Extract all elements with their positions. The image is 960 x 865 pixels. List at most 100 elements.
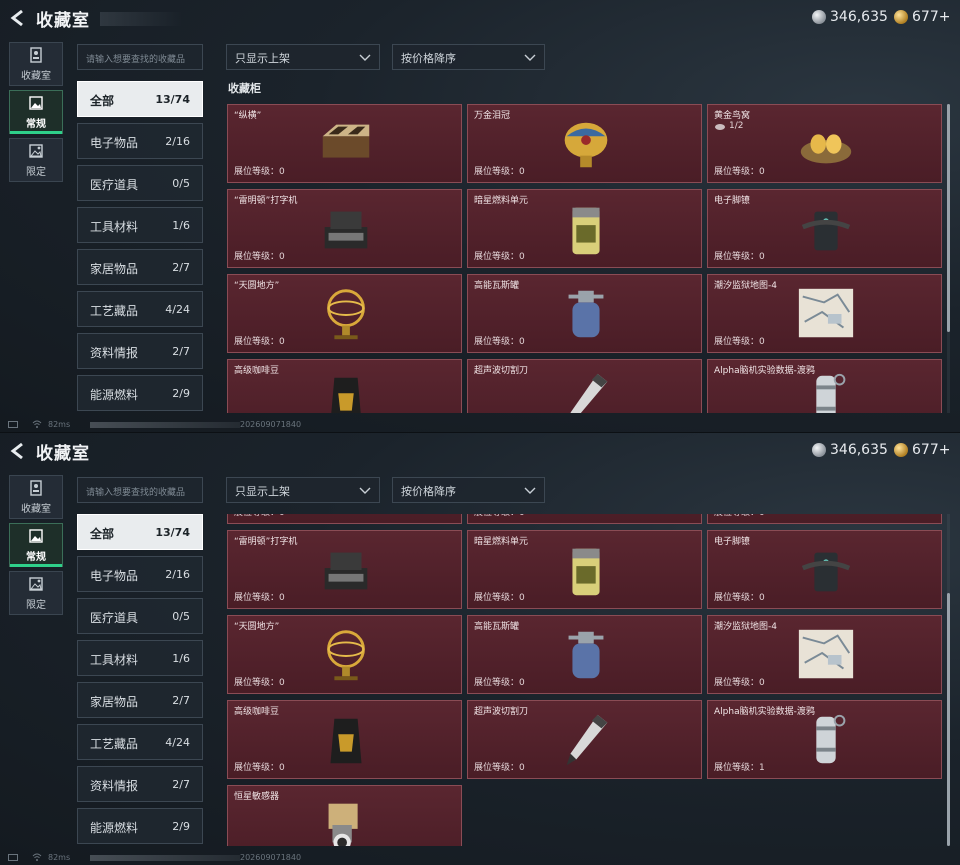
- subcategory-all[interactable]: 全部 13/74: [77, 81, 203, 117]
- collection-card[interactable]: 黄金鸟窝1/2展位等级：0: [707, 104, 942, 183]
- subcategory-name: 工具材料: [90, 220, 139, 234]
- collection-card[interactable]: 万金泪冠展位等级：0: [467, 514, 702, 524]
- item-name: 超声波切割刀: [474, 707, 529, 717]
- item-level: 展位等级：0: [714, 252, 765, 262]
- back-arrow-icon[interactable]: [8, 8, 28, 28]
- subcategory-tools[interactable]: 工具材料 1/6: [77, 640, 203, 676]
- rail-tab-regular[interactable]: 常规: [9, 523, 63, 567]
- gold-currency[interactable]: 677+: [894, 442, 950, 458]
- subcategory-medical[interactable]: 医疗道具 0/5: [77, 598, 203, 634]
- collection-card[interactable]: “纵横”展位等级：0: [227, 514, 462, 524]
- collection-card[interactable]: “天圆地方” 展位等级：0: [227, 615, 462, 694]
- collection-card[interactable]: 高级咖啡豆展位等级：0: [227, 359, 462, 413]
- subcategory-intel[interactable]: 资料情报 2/7: [77, 333, 203, 369]
- back-arrow-icon[interactable]: [8, 441, 28, 461]
- shelf-filter-dropdown[interactable]: 只显示上架: [226, 477, 380, 503]
- collection-card[interactable]: 潮汐监狱地图-4 展位等级：0: [707, 274, 942, 353]
- item-level: 展位等级：1: [714, 763, 765, 773]
- collection-card[interactable]: 高级咖啡豆展位等级：0: [227, 700, 462, 779]
- typewriter-icon: [324, 211, 368, 249]
- subcategory-name: 工艺藏品: [90, 737, 139, 751]
- rail-tab-archive[interactable]: 收藏室: [9, 42, 63, 86]
- collection-card[interactable]: “雷明顿”打字机 展位等级：0: [227, 530, 462, 609]
- rail-tab-limited[interactable]: 限定: [9, 571, 63, 615]
- collection-card[interactable]: 黄金鸟窝1/2展位等级：0: [707, 514, 942, 524]
- item-level: 展位等级：0: [234, 167, 285, 177]
- star-sensor-icon: [328, 803, 358, 846]
- session-id: 202609071840: [240, 853, 302, 862]
- subcategory-name: 资料情报: [90, 346, 139, 360]
- collection-card[interactable]: 高能瓦斯罐 展位等级：0: [467, 274, 702, 353]
- silver-currency: 346,635: [812, 442, 888, 458]
- search-input[interactable]: 请输入想要查找的收藏品: [77, 44, 203, 70]
- sort-dropdown[interactable]: 按价格降序: [392, 477, 545, 503]
- subcategory-household[interactable]: 家居物品 2/7: [77, 682, 203, 718]
- rail-tab-regular[interactable]: 常规: [9, 90, 63, 134]
- rail-tab-limited[interactable]: 限定: [9, 138, 63, 182]
- subcategory-medical[interactable]: 医疗道具 0/5: [77, 165, 203, 201]
- search-input[interactable]: 请输入想要查找的收藏品: [77, 477, 203, 503]
- collection-card[interactable]: 电子脚镣 展位等级：0: [707, 189, 942, 268]
- fuel-cell-icon: [572, 548, 600, 596]
- gas-tank-icon: [568, 290, 604, 338]
- collection-card[interactable]: 万金泪冠展位等级：0: [467, 104, 702, 183]
- collection-card[interactable]: 暗星燃料单元 展位等级：0: [467, 530, 702, 609]
- subcategory-name: 医疗道具: [90, 611, 139, 625]
- subcategory-electronics[interactable]: 电子物品 2/16: [77, 123, 203, 159]
- collection-card[interactable]: 超声波切割刀展位等级：0: [467, 359, 702, 413]
- item-level: 展位等级：0: [474, 763, 525, 773]
- subcategory-name: 全部: [90, 94, 115, 108]
- gold-amount: 677+: [912, 442, 951, 458]
- subcategory-count: 0/5: [172, 177, 190, 190]
- subcategory-electronics[interactable]: 电子物品 2/16: [77, 556, 203, 592]
- subcategory-count: 13/74: [155, 93, 190, 106]
- sort-dropdown[interactable]: 按价格降序: [392, 44, 545, 70]
- silver-amount: 346,635: [830, 442, 888, 458]
- rail-tab-label: 常规: [26, 119, 46, 130]
- item-progress-text: 1/2: [729, 121, 744, 131]
- collection-screen-top: 收藏室 346,635 677+ 收藏室 常规 限定 请输入想要查找的收藏品 全…: [0, 0, 960, 432]
- gold-coin-icon: [894, 443, 908, 457]
- chevron-down-icon: [524, 54, 536, 61]
- subcategory-intel[interactable]: 资料情报 2/7: [77, 766, 203, 802]
- collection-card[interactable]: 暗星燃料单元 展位等级：0: [467, 189, 702, 268]
- subcategory-crafts[interactable]: 工艺藏品 4/24: [77, 291, 203, 327]
- subcategory-crafts[interactable]: 工艺藏品 4/24: [77, 724, 203, 760]
- subcategory-count: 2/16: [165, 568, 190, 581]
- collection-card[interactable]: 潮汐监狱地图-4 展位等级：0: [707, 615, 942, 694]
- scrollbar-thumb[interactable]: [947, 104, 950, 332]
- collection-card[interactable]: “雷明顿”打字机 展位等级：0: [227, 189, 462, 268]
- data-canister-icon: [816, 373, 846, 413]
- item-level: 展位等级：0: [234, 845, 285, 846]
- gold-currency[interactable]: 677+: [894, 9, 950, 25]
- collection-card[interactable]: 恒星敏感器展位等级：0: [227, 785, 462, 846]
- subcategory-name: 能源燃料: [90, 388, 139, 402]
- scrollbar-thumb[interactable]: [947, 593, 950, 846]
- subcategory-fuel[interactable]: 能源燃料 2/9: [77, 375, 203, 411]
- subcategory-all[interactable]: 全部 13/74: [77, 514, 203, 550]
- collection-card[interactable]: “纵横”展位等级：0: [227, 104, 462, 183]
- chevron-down-icon: [359, 54, 371, 61]
- collection-card[interactable]: 高能瓦斯罐 展位等级：0: [467, 615, 702, 694]
- sort-value: 按价格降序: [401, 485, 456, 498]
- rail-tab-archive[interactable]: 收藏室: [9, 475, 63, 519]
- collection-card[interactable]: Alpha脑机实验数据-渡鸦展位等级：1: [707, 700, 942, 779]
- collection-card[interactable]: “天圆地方” 展位等级：0: [227, 274, 462, 353]
- status-bar: 82ms 202609071840: [0, 418, 960, 432]
- silver-currency: 346,635: [812, 9, 888, 25]
- collection-screen-bottom: 收藏室 346,635 677+ 收藏室 常规 限定 请输入想要查找的收藏品 全…: [0, 432, 960, 865]
- shelf-filter-dropdown[interactable]: 只显示上架: [226, 44, 380, 70]
- chessboard-icon: [314, 514, 378, 516]
- collection-card[interactable]: 超声波切割刀展位等级：0: [467, 700, 702, 779]
- collection-card[interactable]: 电子脚镣 展位等级：0: [707, 530, 942, 609]
- subcategory-household[interactable]: 家居物品 2/7: [77, 249, 203, 285]
- subcategory-tools[interactable]: 工具材料 1/6: [77, 207, 203, 243]
- item-progress: 1/2: [714, 121, 743, 131]
- armillary-sphere-icon: [327, 630, 365, 681]
- rail-tab-label: 收藏室: [21, 71, 51, 82]
- archive-icon: [30, 47, 42, 63]
- collection-card[interactable]: Alpha脑机实验数据-渡鸦展位等级：1: [707, 359, 942, 413]
- item-level: 展位等级：0: [474, 167, 525, 177]
- subcategory-name: 工艺藏品: [90, 304, 139, 318]
- subcategory-fuel[interactable]: 能源燃料 2/9: [77, 808, 203, 844]
